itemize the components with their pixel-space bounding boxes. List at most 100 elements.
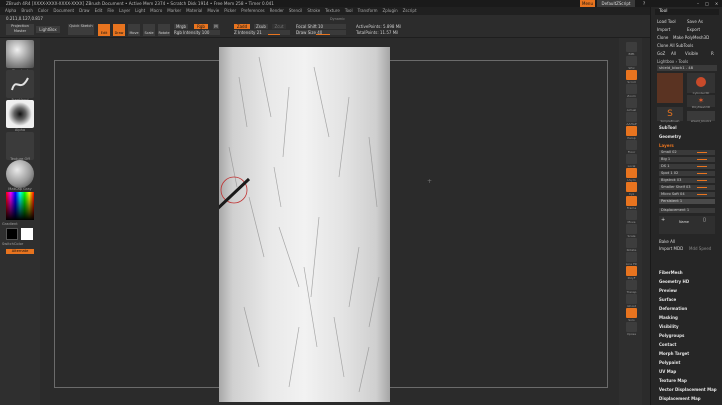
section-morph-target[interactable]: Morph Target	[659, 351, 689, 356]
aahalf-icon[interactable]	[626, 112, 637, 122]
menu-item-marker[interactable]: Marker	[167, 7, 181, 15]
save-as-button[interactable]: Save As	[687, 19, 715, 24]
focal-shift-slider[interactable]: Focal Shift 10	[296, 24, 346, 29]
edit-mode-button[interactable]: Edit	[98, 24, 110, 36]
section-fibermesh[interactable]: FiberMesh	[659, 270, 683, 275]
menu-item-movie[interactable]: Movie	[207, 7, 219, 15]
xpose-icon[interactable]	[626, 322, 637, 332]
section-surface[interactable]: Surface	[659, 297, 676, 302]
menu-item-color[interactable]: Color	[38, 7, 48, 15]
zoom-icon[interactable]	[626, 84, 637, 94]
add-layer-icon[interactable]: +	[661, 217, 665, 223]
line-fill-icon[interactable]	[626, 252, 637, 262]
layer-row[interactable]: Persistent 1	[659, 199, 715, 204]
xyz-icon[interactable]	[626, 182, 637, 192]
section-polygroups[interactable]: Polygroups	[659, 333, 684, 338]
section-contact[interactable]: Contact	[659, 342, 676, 347]
mrgb-button[interactable]: Mrgb	[174, 24, 188, 29]
geometry-section[interactable]: Geometry	[659, 134, 681, 139]
main-color-swatch[interactable]	[21, 228, 33, 240]
floor-icon[interactable]	[626, 140, 637, 150]
displacement-slider[interactable]: Displacement 1	[659, 208, 715, 213]
switch-color-button[interactable]: SwitchColor	[2, 242, 36, 246]
solo-icon[interactable]	[626, 308, 637, 318]
menu-item-edit[interactable]: Edit	[95, 7, 103, 15]
current-tool-field[interactable]: shield_block1 . 48	[657, 65, 717, 71]
alternate-button[interactable]: Alternate	[6, 249, 34, 254]
zsub-button[interactable]: Zsub	[254, 24, 268, 29]
section-geometry-hd[interactable]: Geometry HD	[659, 279, 689, 284]
persp-icon[interactable]	[626, 126, 637, 136]
menu-item-picker[interactable]: Picker	[224, 7, 236, 15]
transp-icon[interactable]	[626, 280, 637, 290]
lsym-icon[interactable]	[626, 168, 637, 178]
menu-item-zscript[interactable]: Zscript	[403, 7, 417, 15]
lightbox-tools-button[interactable]: Lightbox › Tools	[657, 59, 717, 64]
zadd-button[interactable]: Zadd	[234, 24, 250, 29]
section-vector-displacement-map[interactable]: Vector Displacement Map	[659, 387, 717, 392]
export-button[interactable]: Export	[687, 27, 715, 32]
material-thumbnail[interactable]	[6, 160, 34, 188]
section-polypaint[interactable]: Polypaint	[659, 360, 680, 365]
goz-visible-button[interactable]: Visible	[685, 51, 705, 56]
layer-row[interactable]: Bigstrok 03	[659, 178, 715, 183]
move-mode-button[interactable]: Move	[128, 24, 140, 36]
brush-thumbnail[interactable]	[6, 40, 34, 68]
mdd-speed-slider[interactable]: Mdd Speed	[689, 246, 715, 251]
goz-all-button[interactable]: All	[671, 51, 681, 56]
section-visibility[interactable]: Visibility	[659, 324, 679, 329]
help-icon[interactable]: ?	[640, 0, 648, 7]
layer-row[interactable]: Smaller Shelf 03	[659, 185, 715, 190]
draw-mode-button[interactable]: Draw	[113, 24, 125, 36]
section-displacement-map[interactable]: Displacement Map	[659, 396, 701, 401]
import-mdd-button[interactable]: Import MDD	[659, 246, 685, 251]
minimize-icon[interactable]: –	[694, 0, 702, 7]
section-preview[interactable]: Preview	[659, 288, 677, 293]
menu-item-stroke[interactable]: Stroke	[307, 7, 320, 15]
projection-master-button[interactable]: Projection Master	[6, 24, 34, 35]
menu-item-alpha[interactable]: Alpha	[5, 7, 16, 15]
scale-mode-button[interactable]: Scale	[143, 24, 155, 36]
secondary-color-swatch[interactable]	[6, 228, 18, 240]
menu-item-light[interactable]: Light	[135, 7, 145, 15]
local-icon[interactable]	[626, 154, 637, 164]
actual-icon[interactable]	[626, 98, 637, 108]
section-masking[interactable]: Masking	[659, 315, 678, 320]
scale-icon[interactable]	[626, 224, 637, 234]
menu-item-brush[interactable]: Brush	[21, 7, 33, 15]
bake-all-button[interactable]: Bake All	[659, 239, 719, 244]
scroll-icon[interactable]	[626, 70, 637, 80]
alpha-thumbnail[interactable]	[6, 100, 34, 128]
menu-item-zplugin[interactable]: Zplugin	[383, 7, 398, 15]
clone-button[interactable]: Clone	[657, 35, 671, 40]
color-picker[interactable]	[6, 192, 34, 220]
frame-icon[interactable]	[626, 196, 637, 206]
tool-thumb-shield[interactable]	[657, 73, 683, 103]
menu-item-material[interactable]: Material	[186, 7, 202, 15]
texture-thumbnail[interactable]	[6, 132, 34, 160]
layers-section[interactable]: Layers	[659, 143, 674, 148]
menu-item-macro[interactable]: Macro	[150, 7, 162, 15]
rotate-icon[interactable]	[626, 238, 637, 248]
layer-row[interactable]: Spot 1 02	[659, 171, 715, 176]
tool-thumb-cylinder[interactable]	[687, 73, 715, 93]
section-deformation[interactable]: Deformation	[659, 306, 687, 311]
clone-all-subtools-button[interactable]: Clone All SubTools	[657, 43, 717, 48]
layer-name-button[interactable]: Name	[679, 220, 689, 224]
menu-item-texture[interactable]: Texture	[325, 7, 340, 15]
menu-button[interactable]: Menu	[580, 0, 595, 7]
rotate-mode-button[interactable]: Rotate	[158, 24, 170, 36]
menu-item-preferences[interactable]: Preferences	[241, 7, 265, 15]
maximize-icon[interactable]: □	[703, 0, 711, 7]
menu-item-tool[interactable]: Tool	[345, 7, 353, 15]
subtool-section[interactable]: SubTool	[659, 125, 677, 130]
section-texture-map[interactable]: Texture Map	[659, 378, 687, 383]
zcut-button[interactable]: Zcut	[272, 24, 286, 29]
tool-panel-title[interactable]: Tool	[655, 9, 719, 15]
m-button[interactable]: M	[213, 24, 219, 29]
menu-item-document[interactable]: Document	[53, 7, 74, 15]
move-icon[interactable]	[626, 210, 637, 220]
polyf-icon[interactable]	[626, 266, 637, 276]
lightbox-button[interactable]: LightBox	[36, 26, 60, 33]
default-zscript-button[interactable]: DefaultZScript	[597, 0, 635, 7]
